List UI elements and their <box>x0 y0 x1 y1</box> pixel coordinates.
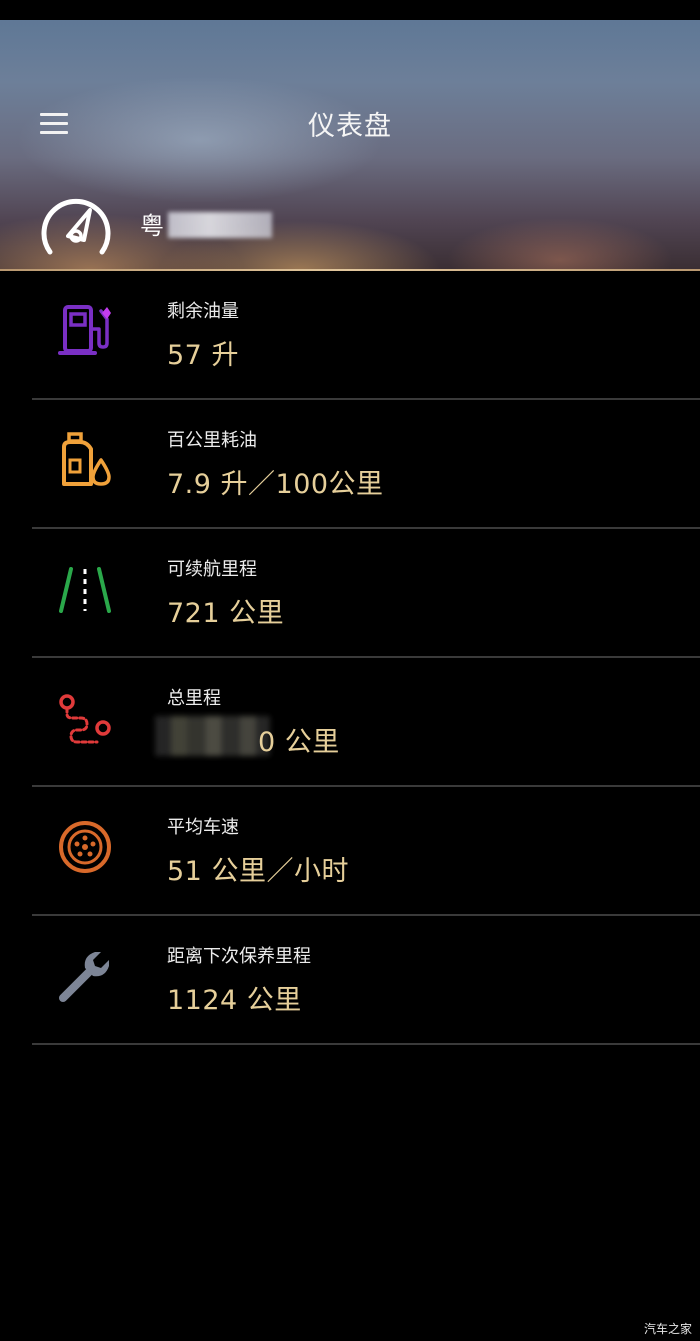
license-plate: 粤 <box>140 212 164 240</box>
item-label: 可续航里程 <box>167 559 257 580</box>
item-value: 0 公里 <box>258 727 340 758</box>
list-item-next-service: 距离下次保养里程 1124 公里 <box>0 916 700 1045</box>
item-label: 剩余油量 <box>167 301 239 322</box>
item-label: 总里程 <box>167 688 221 709</box>
mileage-redaction <box>155 716 270 756</box>
oil-can-icon <box>62 432 111 486</box>
wheel-icon <box>59 821 111 873</box>
item-label: 距离下次保养里程 <box>167 946 311 967</box>
item-value: 1124 公里 <box>167 985 302 1016</box>
page-title: 仪表盘 <box>308 111 392 142</box>
item-value: 57 升 <box>167 340 239 371</box>
watermark: 汽车之家 <box>643 1322 692 1336</box>
item-value: 7.9 升／100公里 <box>167 469 384 500</box>
speedometer-icon <box>41 198 111 255</box>
header-banner: 仪表盘 粤 <box>0 20 700 270</box>
list-item-total-mileage: 总里程 0 公里 <box>0 658 700 787</box>
plate-redaction <box>168 212 272 238</box>
wrench-icon <box>59 952 109 1002</box>
list-item-fuel-consumption: 百公里耗油 7.9 升／100公里 <box>0 400 700 529</box>
list-item-range: 可续航里程 721 公里 <box>0 529 700 658</box>
list-item-fuel-remaining: 剩余油量 57 升 <box>0 271 700 400</box>
divider <box>32 1043 700 1045</box>
stats-list: 剩余油量 57 升 百公里耗油 7.9 升／100公里 可续航里程 721 公里 <box>0 271 700 1045</box>
item-label: 百公里耗油 <box>167 430 257 451</box>
item-value: 721 公里 <box>167 598 285 629</box>
item-value: 51 公里／小时 <box>167 856 349 887</box>
item-label: 平均车速 <box>167 817 239 838</box>
status-bar <box>0 0 700 20</box>
route-icon <box>59 694 111 744</box>
road-icon <box>59 567 111 613</box>
fuel-pump-icon <box>58 305 111 355</box>
list-item-average-speed: 平均车速 51 公里／小时 <box>0 787 700 916</box>
